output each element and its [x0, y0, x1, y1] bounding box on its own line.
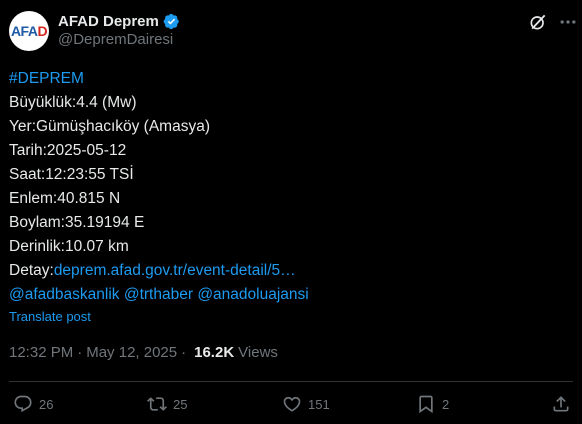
views-count: 16.2K [194, 344, 235, 361]
mention-afadbaskanlik[interactable]: @afadbaskanlik [9, 286, 120, 303]
repost-button[interactable]: 25 [147, 390, 187, 418]
mention-trthaber[interactable]: @trthaber [124, 286, 193, 303]
divider [9, 381, 573, 382]
bookmark-count: 2 [442, 396, 450, 412]
tweet-line-mentions: @afadbaskanlik @trthaber @anadoluajansi [9, 283, 569, 307]
hashtag-link[interactable]: #DEPREM [9, 67, 569, 91]
tweet-line-date: Tarih:2025-05-12 [9, 142, 127, 159]
bookmark-icon [419, 395, 433, 414]
tweet-meta: 12:32 PM · May 12, 2025 · 16.2K Views [9, 344, 278, 361]
grok-icon[interactable] [528, 12, 548, 32]
like-button[interactable]: 151 [282, 390, 330, 418]
mention-anadoluajansi[interactable]: @anadoluajansi [197, 286, 308, 303]
tweet-line-longitude: Boylam:35.19194 E [9, 214, 145, 231]
detail-label: Detay: [9, 262, 54, 279]
repost-icon [147, 397, 167, 411]
reply-icon [14, 395, 32, 413]
meta-separator: · [181, 344, 187, 361]
avatar[interactable]: AFAD [9, 11, 49, 51]
tweet-body: #DEPREM Büyüklük:4.4 (Mw) Yer:Gümüşhacık… [9, 67, 569, 307]
translate-post-link[interactable]: Translate post [9, 309, 91, 324]
avatar-logo: AFAD [10, 23, 48, 39]
reply-count: 26 [39, 396, 54, 412]
views-label: Views [238, 344, 278, 361]
verified-badge-icon [163, 13, 179, 29]
tweet-line-time: Saat:12:23:55 TSİ [9, 166, 134, 183]
share-button[interactable] [551, 390, 571, 418]
reply-button[interactable]: 26 [13, 390, 53, 418]
more-options-icon[interactable] [558, 12, 578, 32]
tweet-line-detail: Detay:deprem.afad.gov.tr/event-detail/5… [9, 259, 569, 283]
tweet-line-depth: Derinlik:10.07 km [9, 238, 129, 255]
meta-separator: · [77, 344, 83, 361]
tweet-line-location: Yer:Gümüşhacıköy (Amasya) [9, 118, 211, 135]
detail-link[interactable]: deprem.afad.gov.tr/event-detail/5… [54, 262, 296, 279]
like-count: 151 [308, 396, 330, 412]
heart-icon [283, 396, 301, 412]
post-time[interactable]: 12:32 PM [9, 344, 73, 361]
tweet-line-magnitude: Büyüklük:4.4 (Mw) [9, 94, 137, 111]
author-name-row: AFAD Deprem [58, 11, 180, 31]
share-icon [553, 396, 569, 412]
action-bar: 26 25 151 2 [9, 390, 573, 418]
author-handle[interactable]: @DepremDairesi [58, 31, 173, 48]
post-date[interactable]: May 12, 2025 [86, 344, 177, 361]
repost-count: 25 [173, 396, 188, 412]
bookmark-button[interactable]: 2 [416, 390, 449, 418]
author-display-name[interactable]: AFAD Deprem [58, 13, 159, 30]
tweet-line-latitude: Enlem:40.815 N [9, 190, 121, 207]
